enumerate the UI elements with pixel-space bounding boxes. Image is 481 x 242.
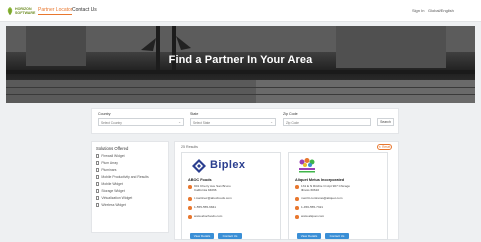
partner-logo: Biplex (192, 159, 272, 173)
diamond-logo-icon (192, 159, 206, 173)
filter-item[interactable]: Storage Widget (96, 189, 125, 193)
country-select-value: Select Country (101, 120, 122, 125)
filter-item[interactable]: Plum Array (96, 161, 118, 165)
location-pin-icon (295, 185, 299, 189)
country-label: Country (98, 112, 111, 116)
checkbox[interactable] (96, 168, 100, 172)
logo-text: HORIZON SOFTWARE (15, 7, 36, 15)
state-label: State (190, 112, 199, 116)
leaf-logo-icon (7, 7, 13, 15)
company-logo[interactable]: HORIZON SOFTWARE (6, 6, 36, 16)
contact-us-button[interactable]: Contact Us (218, 233, 242, 239)
filter-item[interactable]: Mobile Widget (96, 182, 123, 186)
filter-title: Solutions Offered (96, 146, 129, 151)
email-icon (188, 197, 192, 201)
chevron-down-icon: ⌄ (178, 120, 181, 124)
language-selector[interactable]: Global/English (428, 8, 454, 13)
zip-input[interactable]: Zip Code (283, 118, 371, 126)
checkbox[interactable] (96, 154, 100, 158)
location-pin-icon (188, 185, 192, 189)
state-select[interactable]: Select State ⌄ (190, 118, 276, 126)
top-bar: HORIZON SOFTWARE Partner Locator Contact… (0, 0, 481, 22)
reset-button[interactable]: ↻ Reset (377, 144, 392, 150)
phone-icon (295, 206, 299, 210)
nav-contact-us[interactable]: Contact Us (72, 7, 97, 13)
solutions-filter-panel: Solutions Offered Firewall Widget Plum A… (91, 141, 169, 233)
checkbox[interactable] (96, 182, 100, 186)
view-details-button[interactable]: View Details (190, 233, 214, 239)
globe-icon (188, 215, 192, 219)
filter-item[interactable]: Mobile Productivity and Results (96, 175, 149, 179)
results-count: 25 Results (181, 145, 198, 149)
zip-label: Zip Code (283, 112, 298, 116)
filter-item[interactable]: Firewall Widget (96, 154, 125, 158)
checkbox[interactable] (96, 161, 100, 165)
country-select[interactable]: Select Country ⌄ (98, 118, 184, 126)
checkbox[interactable] (96, 189, 100, 193)
search-button[interactable]: Search (377, 118, 394, 126)
phone-icon (188, 206, 192, 210)
partner-name: ABOC Foods (188, 178, 212, 182)
checkbox[interactable] (96, 196, 100, 200)
filter-item[interactable]: Pluminars (96, 168, 116, 172)
partner-address: 131 E N Ritchie Ct Apt 907 Chicago Illin… (295, 184, 385, 193)
view-details-button[interactable]: View Details (297, 233, 321, 239)
nav-partner-locator[interactable]: Partner Locator (38, 7, 73, 15)
checkbox[interactable] (96, 175, 100, 179)
sign-in-link[interactable]: Sign In (412, 8, 424, 13)
search-panel: Country Select Country ⌄ State Select St… (91, 108, 399, 134)
partner-card: Biplex ABOC Foods 901 Cherry Ave San Bru… (181, 152, 281, 240)
refresh-icon: ↻ (378, 145, 382, 149)
partner-name: Aliquet Metus Incorporated (295, 178, 345, 182)
checkbox[interactable] (96, 203, 100, 207)
partner-logo-icon (299, 158, 315, 173)
filter-item[interactable]: Wireless Widget (96, 203, 126, 207)
zip-placeholder: Zip Code (286, 120, 299, 125)
email-icon (295, 197, 299, 201)
partner-card: Aliquet Metus Incorporated 131 E N Ritch… (288, 152, 388, 240)
partner-logo-text: Biplex (210, 159, 246, 171)
state-select-value: Select State (193, 120, 211, 125)
partner-address: 901 Cherry Ave San Bruno California 9406… (188, 184, 278, 193)
contact-us-button[interactable]: Contact Us (325, 233, 349, 239)
hero-banner: Find a Partner In Your Area (6, 26, 475, 103)
hero-title: Find a Partner In Your Area (168, 54, 313, 66)
results-panel: 25 Results ↻ Reset Biplex ABOC Foods 901… (174, 141, 399, 240)
globe-icon (295, 215, 299, 219)
filter-item[interactable]: Virtualization Widget (96, 196, 132, 200)
chevron-down-icon: ⌄ (270, 120, 273, 124)
